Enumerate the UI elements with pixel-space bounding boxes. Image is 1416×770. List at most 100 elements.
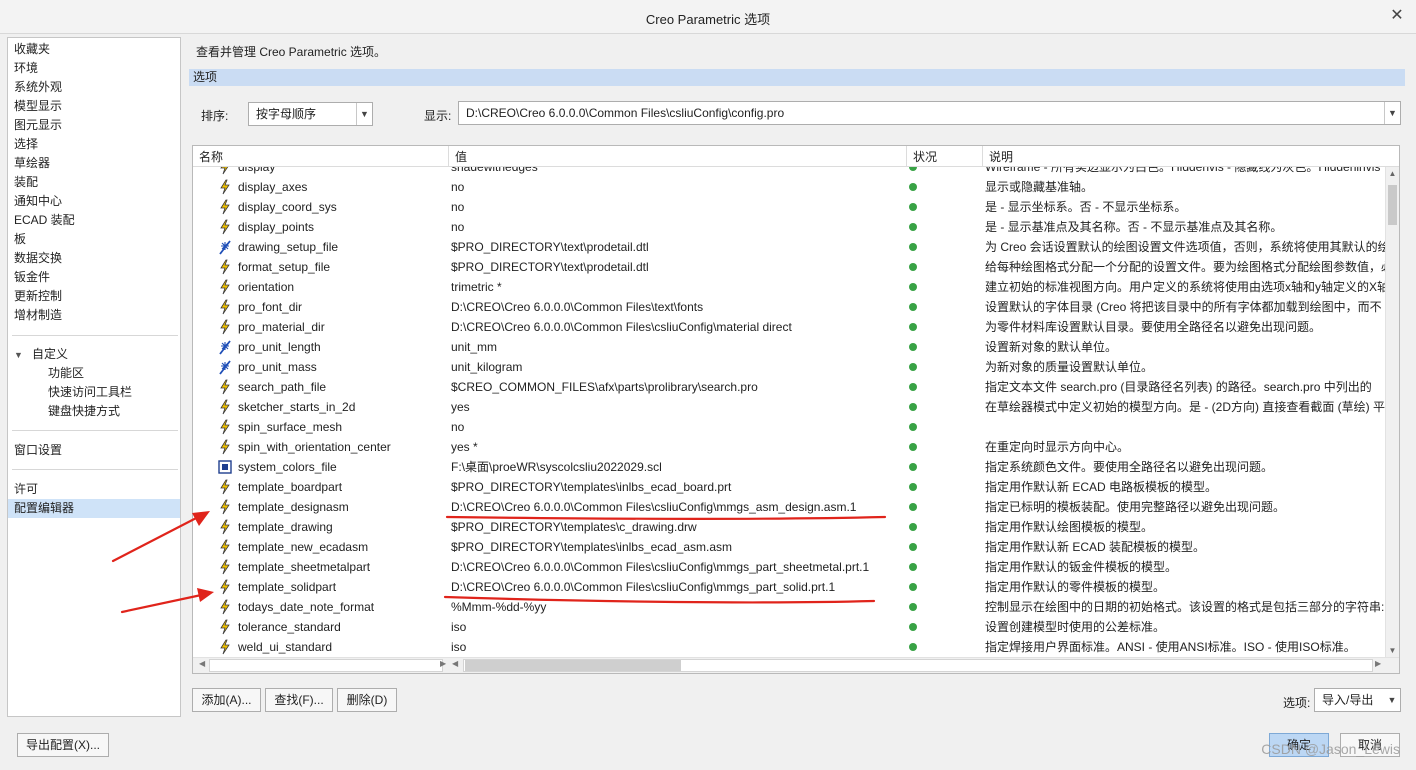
show-dropdown[interactable]: D:\CREO\Creo 6.0.0.0\Common Files\csliuC…: [458, 101, 1401, 125]
column-header-status[interactable]: 状况: [907, 146, 983, 167]
table-row[interactable]: weld_ui_standard iso 指定焊接用户界面标准。ANSI - 使用A…: [193, 637, 1385, 657]
nav-item[interactable]: 钣金件: [8, 268, 180, 287]
table-row[interactable]: display_coord_sys no 是 - 显示坐标系。否 - 不显示坐标系。: [193, 197, 1385, 217]
nav-subitem[interactable]: 快速访问工具栏: [8, 383, 180, 402]
nav-item[interactable]: 更新控制: [8, 287, 180, 306]
option-value: $PRO_DIRECTORY\text\prodetail.dtl: [451, 260, 649, 274]
table-row[interactable]: system_colors_file F:\桌面\proeWR\syscolcsl…: [193, 457, 1385, 477]
sort-dropdown[interactable]: 按字母顺序 ▼: [248, 102, 373, 126]
option-name: template_designasm: [238, 500, 349, 514]
category-nav: 收藏夹 环境 系统外观 模型显示 图元显示 选择 草绘器 装配 通知中心 ECAD 装配板数据交换…: [7, 37, 181, 717]
chevron-down-icon[interactable]: ▼: [1384, 102, 1400, 124]
table-row[interactable]: template_new_ecadasm $PRO_DIRECTORY\templ…: [193, 537, 1385, 557]
scroll-right-icon[interactable]: ▶: [440, 659, 446, 668]
status-dot-icon: [909, 283, 917, 291]
scroll-right-icon[interactable]: ▶: [1375, 659, 1381, 668]
find-button[interactable]: 查找(F)...: [265, 688, 333, 712]
nav-item[interactable]: 草绘器: [8, 154, 180, 173]
table-row[interactable]: spin_surface_mesh no: [193, 417, 1385, 437]
status-dot-icon: [909, 223, 917, 231]
scroll-thumb[interactable]: [1388, 185, 1397, 225]
nav-item[interactable]: 装配: [8, 173, 180, 192]
table-row[interactable]: template_sheetmetalpart D:\CREO\Creo 6.0.…: [193, 557, 1385, 577]
table-row[interactable]: sketcher_starts_in_2d yes 在草绘器模式中定义初始的模型方向…: [193, 397, 1385, 417]
close-icon[interactable]: ✕: [1388, 7, 1406, 25]
horizontal-scrollbar[interactable]: ◀ ▶ ◀ ▶: [193, 657, 1399, 673]
import-export-dropdown[interactable]: 导入/导出 ▼: [1314, 688, 1401, 712]
table-row[interactable]: display shadewithedges Wireframe - 所有实边显示为…: [193, 167, 1385, 177]
table-row[interactable]: pro_unit_length unit_mm 设置新对象的默认单位。: [193, 337, 1385, 357]
lightning-icon: [217, 639, 233, 655]
export-config-button[interactable]: 导出配置(X)...: [17, 733, 109, 757]
nav-item-window-settings[interactable]: 窗口设置: [8, 441, 180, 460]
table-row[interactable]: todays_date_note_format %Mmm-%dd-%yy 控制显示在…: [193, 597, 1385, 617]
table-row[interactable]: template_boardpart $PRO_DIRECTORY\templat…: [193, 477, 1385, 497]
status-dot-icon: [909, 463, 917, 471]
delete-button[interactable]: 删除(D): [337, 688, 397, 712]
table-row[interactable]: pro_unit_mass unit_kilogram 为新对象的质量设置默认单位。: [193, 357, 1385, 377]
nav-item-custom[interactable]: ▼ 自定义: [8, 345, 180, 364]
option-name: display_coord_sys: [238, 200, 337, 214]
status-dot-icon: [909, 583, 917, 591]
column-header-value[interactable]: 值: [449, 146, 907, 167]
column-header-description[interactable]: 说明: [983, 146, 1399, 167]
nav-item[interactable]: 系统外观: [8, 78, 180, 97]
nav-item[interactable]: 增材制造: [8, 306, 180, 325]
nav-item[interactable]: 选择: [8, 135, 180, 154]
scroll-down-icon[interactable]: ▼: [1386, 644, 1399, 658]
nav-item[interactable]: 板: [8, 230, 180, 249]
lightning-icon: [217, 539, 233, 555]
nav-item[interactable]: 环境: [8, 59, 180, 78]
option-value: iso: [451, 620, 467, 634]
lightning-icon: [217, 179, 233, 195]
collapse-triangle-icon[interactable]: ▼: [14, 346, 32, 365]
nav-item[interactable]: 模型显示: [8, 97, 180, 116]
nav-item[interactable]: 通知中心: [8, 192, 180, 211]
lightning-icon: [217, 419, 233, 435]
section-header-options: 选项: [189, 69, 1405, 86]
vertical-scrollbar[interactable]: ▲ ▼: [1385, 167, 1399, 658]
table-row[interactable]: display_points no 是 - 显示基准点及其名称。否 - 不显示基准点…: [193, 217, 1385, 237]
table-row[interactable]: format_setup_file $PRO_DIRECTORY\text\pro…: [193, 257, 1385, 277]
table-row[interactable]: template_drawing $PRO_DIRECTORY\templates…: [193, 517, 1385, 537]
nav-item-config-editor[interactable]: 配置编辑器: [8, 499, 180, 518]
table-row[interactable]: spin_with_orientation_center yes * 在重定向时显示…: [193, 437, 1385, 457]
option-value: unit_mm: [451, 340, 498, 354]
chevron-down-icon[interactable]: ▼: [1384, 689, 1400, 711]
option-description: 指定文本文件 search.pro (目录路径名列表) 的路径。search.p…: [985, 380, 1372, 394]
scroll-left-icon[interactable]: ◀: [452, 659, 458, 668]
option-name: display: [238, 167, 276, 174]
option-value: no: [451, 420, 465, 434]
table-row[interactable]: tolerance_standard iso 设置创建模型时使用的公差标准。: [193, 617, 1385, 637]
scroll-up-icon[interactable]: ▲: [1386, 167, 1399, 181]
lightning-icon: [217, 439, 233, 455]
nav-custom-label: 自定义: [32, 347, 69, 361]
lightning-icon: [217, 559, 233, 575]
table-row[interactable]: display_axes no 显示或隐藏基准轴。: [193, 177, 1385, 197]
nav-item-license[interactable]: 许可: [8, 480, 180, 499]
table-row[interactable]: template_designasm D:\CREO\Creo 6.0.0.0\C…: [193, 497, 1385, 517]
add-button[interactable]: 添加(A)...: [192, 688, 261, 712]
nav-item[interactable]: ECAD 装配: [8, 211, 180, 230]
nav-subitem[interactable]: 键盘快捷方式: [8, 402, 180, 421]
nav-item[interactable]: 图元显示: [8, 116, 180, 135]
option-name: drawing_setup_file: [238, 240, 339, 254]
option-description: 显示或隐藏基准轴。: [985, 180, 1094, 194]
chevron-down-icon[interactable]: ▼: [356, 103, 372, 125]
status-dot-icon: [909, 183, 917, 191]
nav-item[interactable]: 收藏夹: [8, 40, 180, 59]
table-row[interactable]: drawing_setup_file $PRO_DIRECTORY\text\pr…: [193, 237, 1385, 257]
column-header-name[interactable]: 名称: [193, 146, 449, 167]
nav-item[interactable]: 数据交换: [8, 249, 180, 268]
table-row[interactable]: orientation trimetric * 建立初始的标准视图方向。用户定义的系…: [193, 277, 1385, 297]
status-dot-icon: [909, 203, 917, 211]
table-row[interactable]: pro_font_dir D:\CREO\Creo 6.0.0.0\Common …: [193, 297, 1385, 317]
hscroll-thumb[interactable]: [465, 660, 681, 671]
table-row[interactable]: pro_material_dir D:\CREO\Creo 6.0.0.0\Com…: [193, 317, 1385, 337]
nav-subitem[interactable]: 功能区: [8, 364, 180, 383]
option-value: D:\CREO\Creo 6.0.0.0\Common Files\text\f…: [451, 300, 704, 314]
table-row[interactable]: search_path_file $CREO_COMMON_FILES\afx\p…: [193, 377, 1385, 397]
scroll-left-icon[interactable]: ◀: [199, 659, 205, 668]
option-name: system_colors_file: [238, 460, 337, 474]
table-row[interactable]: template_solidpart D:\CREO\Creo 6.0.0.0\C…: [193, 577, 1385, 597]
